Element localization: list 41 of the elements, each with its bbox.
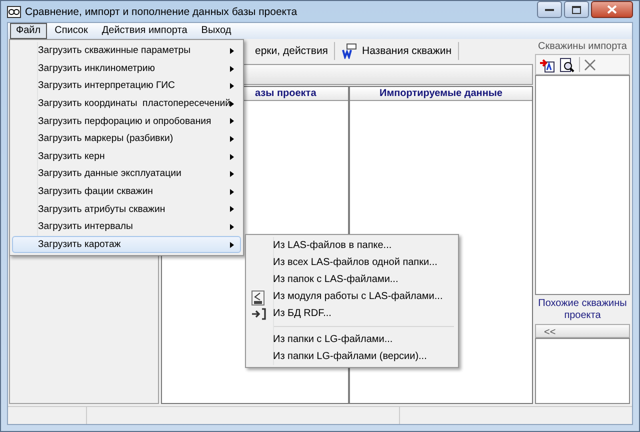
tab[interactable]: Названия скважин xyxy=(335,42,459,60)
search-icon[interactable] xyxy=(559,56,575,72)
well-icon xyxy=(341,43,357,59)
menu-bar-item[interactable]: Действия импорта xyxy=(96,23,194,39)
document-icon xyxy=(251,290,265,306)
menu-item[interactable]: Загрузить керн xyxy=(12,148,241,166)
menu-item[interactable]: Загрузить атрибуты скважин xyxy=(12,200,241,218)
menu-item[interactable]: Загрузить каротаж xyxy=(12,236,241,254)
group-title: Скважины импорта xyxy=(537,40,628,54)
back-button[interactable]: << xyxy=(535,324,630,338)
menu-item[interactable]: Из модуля работы с LAS-файлами... xyxy=(248,288,456,305)
menu-item[interactable]: Загрузить скважинные параметры xyxy=(12,42,241,60)
menu-item[interactable]: Загрузить фации скважин xyxy=(12,182,241,200)
maximize-button[interactable] xyxy=(564,1,589,18)
menu-item[interactable]: Загрузить данные эксплуатации xyxy=(12,165,241,183)
column-header[interactable]: Импортируемые данные xyxy=(350,87,532,101)
menu-bar-item[interactable]: Выход xyxy=(195,23,238,39)
minimize-icon xyxy=(545,8,554,11)
app-icon xyxy=(7,6,21,18)
group-title: Похожие скважины проекта xyxy=(537,297,628,323)
close-icon xyxy=(607,5,617,14)
close-icon[interactable] xyxy=(584,58,596,70)
menu-item[interactable]: Из папки LG-файлами (версии)... xyxy=(248,348,456,365)
menu-item[interactable]: Загрузить маркеры (разбивки) xyxy=(12,130,241,148)
menu-item[interactable]: Из LAS-файлов в папке... xyxy=(248,237,456,254)
menu-item[interactable]: Из папки с LG-файлами... xyxy=(248,331,456,348)
tab[interactable]: ерки, действия xyxy=(249,42,335,60)
menu-item[interactable]: Из всех LAS-файлов одной папки... xyxy=(248,254,456,271)
menu-bar-item[interactable]: Список xyxy=(48,23,94,39)
enter-icon xyxy=(251,307,267,321)
menu-item[interactable]: Загрузить инклинометрию xyxy=(12,60,241,78)
menu-item[interactable]: Из папок с LAS-файлами... xyxy=(248,271,456,288)
menu-item[interactable]: Загрузить интервалы xyxy=(12,218,241,236)
menu-item[interactable]: Из БД RDF... xyxy=(248,305,456,322)
maximize-icon xyxy=(572,6,581,14)
close-button[interactable] xyxy=(591,1,633,18)
add-icon[interactable] xyxy=(539,56,555,72)
minimize-button[interactable] xyxy=(537,1,562,18)
menu-item[interactable]: Загрузить перфорацию и опробования xyxy=(12,112,241,130)
menu-bar-item[interactable]: Файл xyxy=(10,23,47,39)
window-title: Сравнение, импорт и пополнение данных базы проекта xyxy=(25,6,298,18)
